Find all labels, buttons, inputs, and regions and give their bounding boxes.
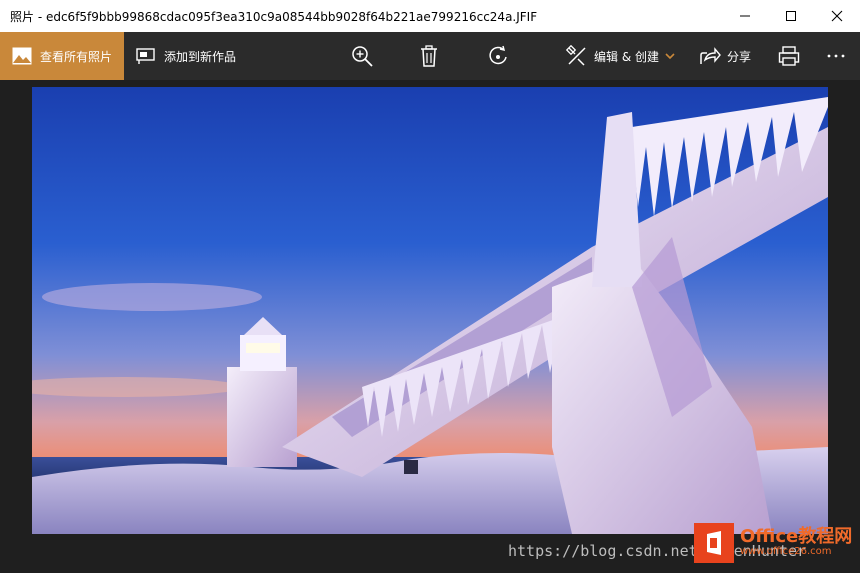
add-to-creation-label: 添加到新作品 (164, 49, 237, 64)
chevron-down-icon (665, 53, 675, 60)
office-brand-text: Office教程网 (740, 526, 853, 548)
close-button[interactable] (814, 0, 860, 32)
landscape-photo-icon (12, 47, 32, 65)
office-logo-icon (694, 523, 734, 563)
maximize-icon (786, 11, 796, 21)
rotate-icon (489, 45, 507, 65)
share-label: 分享 (727, 49, 752, 64)
more-icon (827, 54, 845, 58)
share-button[interactable]: 分享 (699, 32, 751, 80)
maximize-button[interactable] (768, 0, 814, 32)
delete-button[interactable] (419, 32, 439, 80)
add-to-creation-button[interactable]: 添加到新作品 (124, 32, 236, 80)
trash-icon (421, 45, 437, 67)
view-all-photos-button[interactable]: 查看所有照片 (0, 32, 124, 80)
add-to-creation-icon (136, 48, 155, 64)
print-button[interactable] (778, 32, 800, 80)
photo-viewer-image[interactable] (32, 87, 828, 534)
title-bar[interactable]: 照片 - edc6f5f9bbb99868cdac095f3ea310c9a08… (0, 0, 860, 32)
frozen-lighthouse-photo (32, 87, 828, 534)
share-icon (700, 47, 721, 64)
toolbar: 查看所有照片 添加到新作品 编辑 & 创建 分享 (0, 32, 860, 80)
close-icon (831, 10, 843, 22)
photos-app-window: 照片 - edc6f5f9bbb99868cdac095f3ea310c9a08… (0, 0, 860, 573)
office-logo: Office教程网 www.office26.com (694, 520, 854, 566)
rotate-button[interactable] (487, 32, 509, 80)
more-button[interactable] (826, 32, 846, 80)
minimize-icon (740, 15, 750, 17)
view-all-photos-label: 查看所有照片 (40, 49, 113, 64)
window-title: 照片 - edc6f5f9bbb99868cdac095f3ea310c9a08… (10, 9, 538, 24)
minimize-button[interactable] (722, 0, 768, 32)
zoom-button[interactable] (351, 32, 373, 80)
edit-create-label: 编辑 & 创建 (594, 49, 659, 64)
print-icon (778, 46, 800, 66)
office-url-text: www.office26.com (740, 546, 832, 558)
edit-create-button[interactable]: 编辑 & 创建 (566, 32, 675, 80)
edit-create-icon (566, 45, 586, 66)
zoom-in-icon (352, 46, 373, 67)
